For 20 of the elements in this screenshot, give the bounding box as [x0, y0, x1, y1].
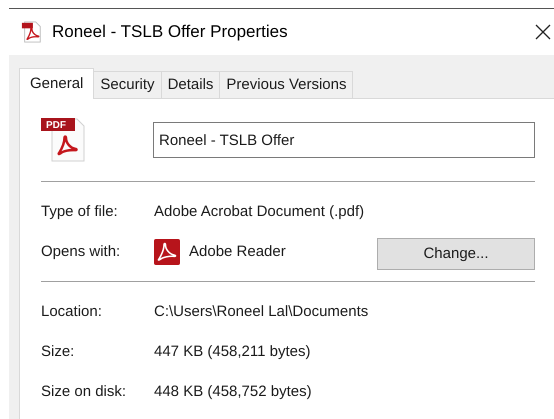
pdf-file-icon	[21, 21, 43, 43]
field-label: Size on disk:	[41, 382, 128, 402]
field-value: 448 KB (458,752 bytes)	[154, 382, 312, 402]
field-label: Location:	[41, 302, 103, 322]
field-value: Adobe Acrobat Document (.pdf)	[154, 202, 364, 222]
tab[interactable]: General	[19, 68, 94, 99]
field-value: Adobe Reader	[189, 242, 286, 262]
close-icon[interactable]	[534, 23, 552, 41]
field-label: Size:	[41, 342, 76, 362]
field-label: Type of file:	[41, 202, 119, 222]
field-value: C:\Users\Roneel Lal\Documents	[154, 302, 368, 322]
window-title: Roneel - TSLB Offer Properties	[52, 21, 288, 44]
reader-app-icon	[154, 239, 180, 265]
field-label: Opens with:	[41, 242, 122, 262]
change-button[interactable]: Change...	[377, 238, 535, 270]
file-name-field[interactable]: Roneel - TSLB Offer	[153, 122, 535, 158]
tab[interactable]: Details	[162, 71, 220, 98]
tab[interactable]: Previous Versions	[220, 71, 354, 98]
field-value: 447 KB (458,211 bytes)	[154, 342, 310, 362]
tab[interactable]: Security	[94, 71, 162, 98]
